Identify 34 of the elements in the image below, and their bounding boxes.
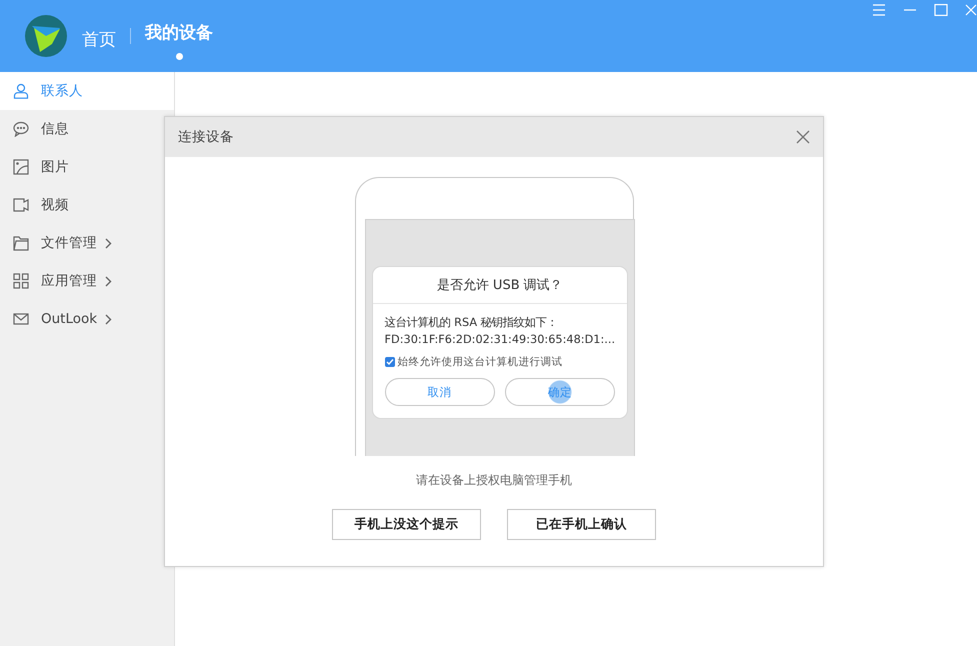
chat-bubble-icon (13, 121, 29, 137)
dialog-button[interactable]: 已在手机上确认 (507, 509, 656, 540)
grid-icon (13, 273, 29, 289)
sidebar-item[interactable]: 图片 (0, 148, 174, 186)
person-icon (13, 83, 29, 99)
menu-icon[interactable] (872, 4, 886, 16)
sidebar-item[interactable]: 应用管理 (0, 262, 174, 300)
sidebar-item[interactable]: OutLook (0, 300, 174, 338)
sidebar-label: 文件管理 (41, 234, 97, 252)
sidebar-label: 信息 (41, 120, 69, 138)
fingerprint-text: FD:30:1F:F6:2D:02:31:49:30:65:48:D1:... (384, 332, 616, 348)
sidebar-item[interactable]: 文件管理 (0, 224, 174, 262)
sidebar-label: 联系人 (41, 82, 83, 100)
folder-icon (13, 235, 29, 251)
maximize-icon[interactable] (934, 4, 948, 16)
sidebar-label: 应用管理 (41, 272, 97, 290)
image-icon (13, 159, 29, 175)
logo-icon (24, 14, 68, 58)
checkbox-label: 始终允许使用这台计算机进行调试 (398, 355, 562, 369)
close-icon[interactable] (796, 130, 810, 144)
sidebar-item[interactable]: 视频 (0, 186, 174, 224)
hint-text: 请在设备上授权电脑管理手机 (416, 472, 572, 489)
dialog-button[interactable]: 手机上没这个提示 (332, 509, 481, 540)
sidebar-label: 图片 (41, 158, 69, 176)
prompt-message: 这台计算机的 RSA 秘钥指纹如下： (384, 315, 559, 331)
sidebar-label: 视频 (41, 196, 69, 214)
prompt-title: 是否允许 USB 调试？ (372, 267, 628, 304)
sidebar-item[interactable]: 信息 (0, 110, 174, 148)
checkbox[interactable] (384, 357, 394, 367)
dialog-title: 连接设备 (178, 128, 234, 146)
active-indicator (176, 52, 182, 60)
video-camera-icon (13, 197, 29, 213)
sidebar-label: OutLook (41, 311, 98, 327)
envelope-icon (13, 311, 29, 327)
